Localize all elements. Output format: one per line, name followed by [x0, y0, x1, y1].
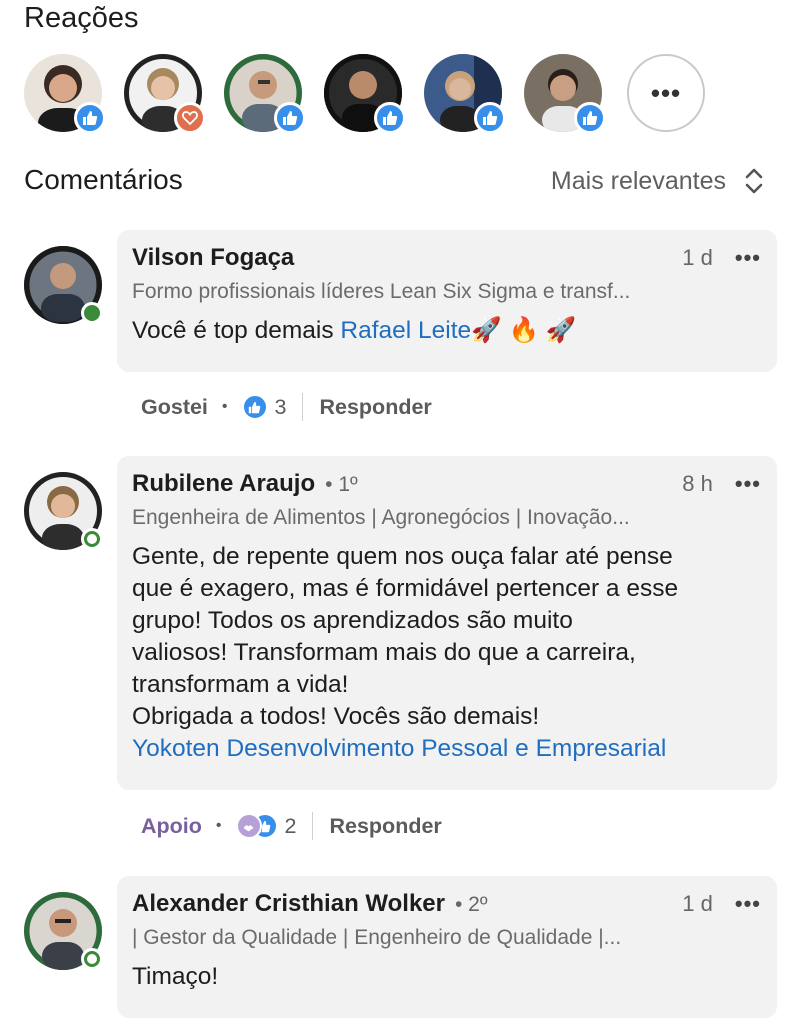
comment-item: Alexander Cristhian Wolker • 2º 1 d ••• …: [24, 876, 784, 1022]
comment-line: Gente, de repente quem nos ouça falar at…: [132, 543, 673, 570]
comment-actions: Apoio • 2 Responder: [141, 810, 442, 842]
comment-text-part: Você é top demais: [132, 317, 341, 344]
reactor-avatar-4[interactable]: [324, 54, 406, 134]
like-reaction-badge: [574, 102, 606, 134]
comment-text: Gente, de repente quem nos ouça falar at…: [132, 541, 761, 765]
comment-emojis: 🚀 🔥 🚀: [471, 317, 577, 344]
reaction-count[interactable]: 3: [241, 394, 287, 420]
comment-bubble: Alexander Cristhian Wolker • 2º 1 d ••• …: [117, 876, 777, 1018]
reactor-avatar-1[interactable]: [24, 54, 106, 134]
divider: [302, 393, 304, 421]
connection-degree: • 1º: [325, 473, 358, 496]
comment-line: Obrigada a todos! Vocês são demais!: [132, 703, 540, 730]
comment-more-button[interactable]: •••: [735, 245, 761, 271]
comment-line: transformam a vida!: [132, 671, 349, 698]
reply-button[interactable]: Responder: [319, 395, 431, 420]
thumbs-up-icon: [583, 111, 598, 125]
reaction-count-value: 2: [284, 813, 297, 838]
online-status-indicator: [81, 948, 103, 970]
thumbs-up-icon: [241, 394, 268, 420]
thumbs-up-icon: [483, 111, 498, 125]
reactor-avatar-6[interactable]: [524, 54, 606, 134]
comment-more-button[interactable]: •••: [735, 471, 761, 497]
comment-bubble: Rubilene Araujo • 1º 8 h ••• Engenheira …: [117, 456, 777, 790]
support-reaction-icon: [235, 813, 262, 839]
like-reaction-badge: [274, 102, 306, 134]
reply-button[interactable]: Responder: [329, 814, 441, 839]
like-reaction-badge: [74, 102, 106, 134]
sort-chevrons-icon: [745, 168, 763, 194]
comment-line: que é exagero, mas é formidável pertence…: [132, 575, 679, 602]
reaction-count[interactable]: 2: [235, 813, 297, 839]
reactions-title: Reações: [24, 2, 139, 34]
support-button[interactable]: Apoio: [141, 814, 202, 839]
reactor-avatar-5[interactable]: [424, 54, 506, 134]
commenter-name[interactable]: Vilson Fogaça: [132, 244, 294, 272]
divider: [312, 812, 314, 840]
comment-time: 1 d: [682, 891, 713, 916]
reactors-list: •••: [24, 54, 784, 134]
comment-actions: Gostei • 3 Responder: [141, 391, 432, 423]
comment-more-button[interactable]: •••: [735, 891, 761, 917]
commenter-name[interactable]: Alexander Cristhian Wolker: [132, 890, 445, 918]
comment-text: Você é top demais Rafael Leite🚀 🔥 🚀: [132, 315, 761, 347]
commenter-headline: | Gestor da Qualidade | Engenheiro de Qu…: [132, 926, 622, 949]
more-icon: •••: [650, 77, 682, 108]
online-status-indicator: [81, 302, 103, 324]
commenter-name[interactable]: Rubilene Araujo: [132, 470, 315, 498]
thumbs-up-icon: [283, 111, 298, 125]
sort-dropdown[interactable]: Mais relevantes: [551, 166, 764, 196]
reaction-count-value: 3: [274, 394, 287, 419]
comment-line: valiosos! Transformam mais do que a carr…: [132, 639, 636, 666]
like-reaction-badge: [374, 102, 406, 134]
commenter-headline: Formo profissionais líderes Lean Six Sig…: [132, 280, 631, 303]
heart-icon: [182, 111, 198, 126]
separator-dot: •: [221, 398, 228, 415]
comments-title: Comentários: [24, 164, 183, 195]
more-reactions-button[interactable]: •••: [627, 54, 705, 132]
love-reaction-badge: [174, 102, 206, 134]
thumbs-up-icon: [383, 111, 398, 125]
comments-header: Comentários Mais relevantes: [24, 164, 764, 200]
comment-text: Timaço!: [132, 963, 219, 990]
thumbs-up-icon: [83, 111, 98, 125]
separator-dot: •: [215, 817, 222, 834]
sort-label: Mais relevantes: [550, 166, 726, 195]
reactor-avatar-3[interactable]: [224, 54, 306, 134]
comment-line: grupo! Todos os aprendizados são muito: [132, 607, 573, 634]
comment-item: Vilson Fogaça 1 d ••• Formo profissionai…: [24, 230, 784, 430]
comment-item: Rubilene Araujo • 1º 8 h ••• Engenheira …: [24, 456, 784, 856]
online-status-indicator: [81, 528, 103, 550]
comment-bubble: Vilson Fogaça 1 d ••• Formo profissionai…: [117, 230, 777, 372]
like-reaction-badge: [474, 102, 506, 134]
reactor-avatar-2[interactable]: [124, 54, 206, 134]
mention-link[interactable]: Rafael Leite: [340, 317, 471, 344]
connection-degree: • 2º: [454, 893, 488, 916]
commenter-headline: Engenheira de Alimentos | Agronegócios |…: [132, 506, 630, 529]
mention-link[interactable]: Yokoten Desenvolvimento Pessoal e Empres…: [132, 733, 761, 765]
comment-time: 1 d: [682, 245, 713, 270]
like-button[interactable]: Gostei: [141, 395, 208, 420]
comment-time: 8 h: [682, 471, 713, 496]
